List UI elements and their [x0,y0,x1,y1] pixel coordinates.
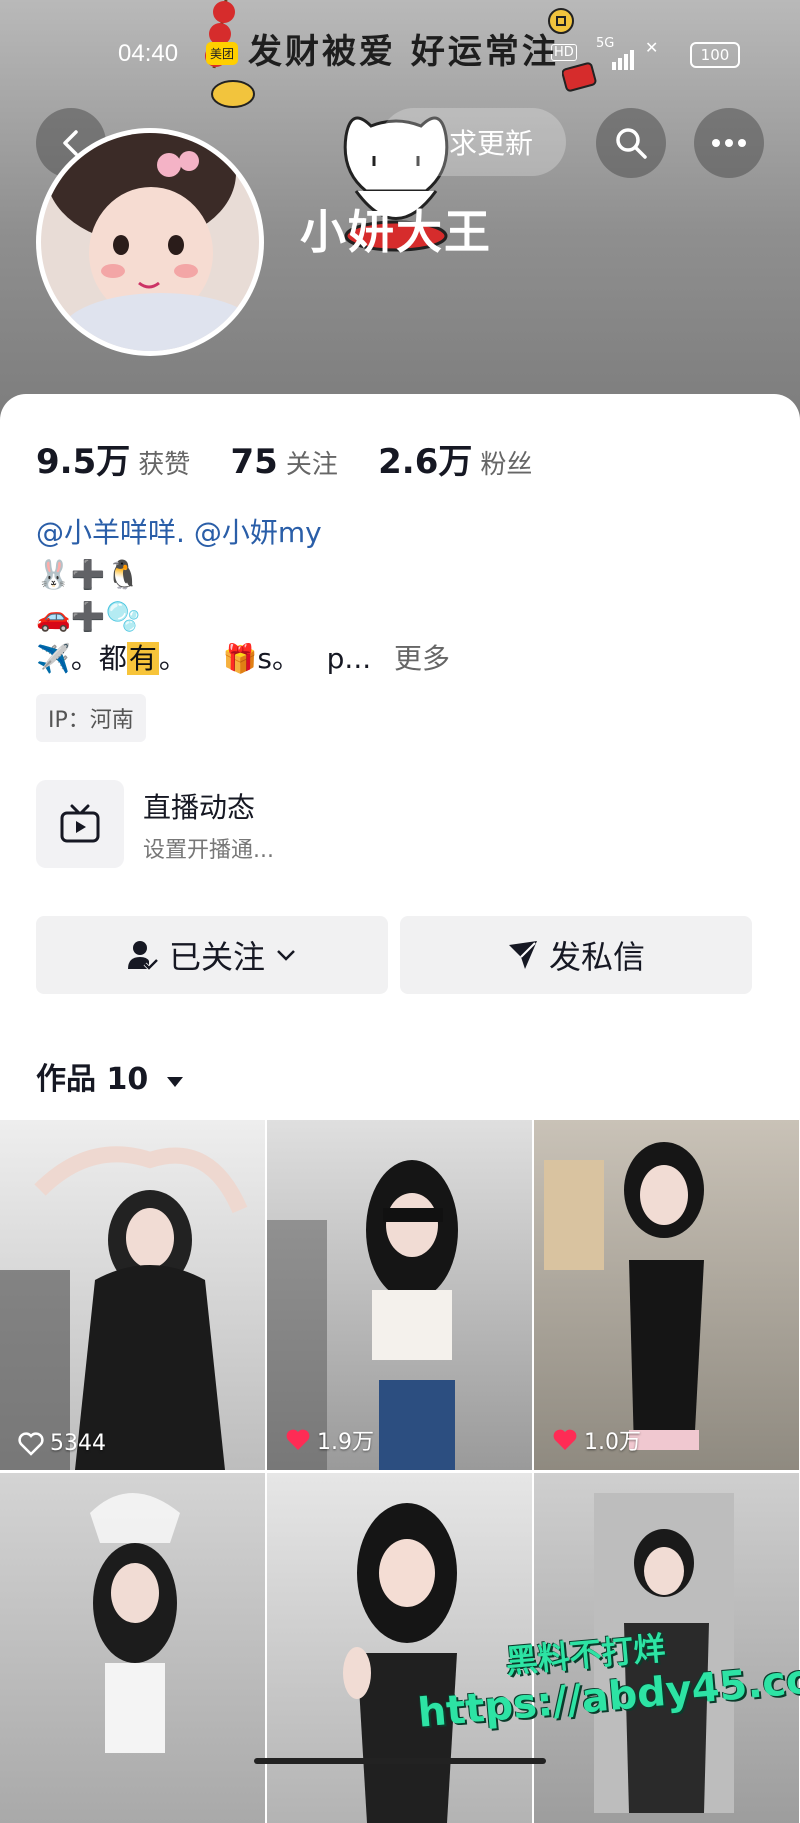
refresh-icon [415,130,439,154]
send-icon [508,941,537,969]
video-image [544,1142,704,1450]
more-dots-icon [712,139,746,147]
meituan-app-icon: 美团 [206,42,239,65]
bio-line: ✈️。都有。 🎁s。 p... 更多 [36,638,450,680]
stat-value: 9.5万 [36,442,131,482]
video-image [0,1146,248,1470]
profile-stats: 9.5万 获赞 75 关注 2.6万 粉丝 [36,434,564,483]
video-likes-count: 5344 [50,1431,106,1456]
tv-icon [60,804,100,843]
live-subtitle: 设置开播通... [143,838,274,863]
heart-outline-icon [18,1431,44,1456]
live-title: 直播动态 [143,791,256,824]
status-time: 04:40 [118,40,179,67]
video-image [267,1160,458,1470]
video-thumbnail[interactable]: 5344 [0,1120,265,1470]
mention-link[interactable]: @小妍my [194,516,322,549]
mention-link[interactable]: @小羊咩咩. [36,516,185,549]
stat-value: 2.6万 [378,442,473,482]
following-button[interactable]: 已关注 [36,916,388,994]
bio-line: 🚗➕🫧 [36,600,141,633]
stat-label: 获赞 [138,450,191,480]
send-message-button[interactable]: 发私信 [400,916,752,994]
heart-filled-icon [286,1429,310,1450]
following-label: 已关注 [168,938,265,976]
search-icon [616,128,647,159]
works-tab[interactable]: 作品 10 [36,1054,185,1098]
battery-icon: 100 [690,42,740,68]
no-signal-icon: ✕ [645,38,659,57]
video-likes: 1.0万 [552,1424,641,1456]
home-indicator[interactable] [254,1758,546,1764]
signal-icon [612,42,636,70]
more-options-button[interactable] [694,108,764,178]
video-likes-count: 1.0万 [584,1430,641,1455]
video-thumbnail[interactable] [0,1473,265,1823]
bio-more-link[interactable]: 更多 [394,642,450,675]
video-thumbnail[interactable]: 1.9万 [267,1120,532,1470]
profile-nickname: 小妍大王 [300,205,492,259]
search-button[interactable] [596,108,666,178]
profile-bio: @小羊咩咩. @小妍my 🐰➕🐧 🚗➕🫧 ✈️。都有。 🎁s。 p... 更多 [36,512,450,680]
gold-ingot-sticker [211,80,255,108]
avatar-image [41,133,259,351]
request-update-label: 求更新 [448,127,533,160]
stat-followers[interactable]: 2.6万 粉丝 [378,442,533,482]
video-likes-count: 1.9万 [317,1430,374,1455]
stat-following[interactable]: 75 关注 [231,442,338,482]
video-likes: 5344 [18,1431,106,1456]
chevron-down-icon [277,950,295,961]
bio-mentions: @小羊咩咩. @小妍my [36,512,450,554]
video-thumbnail[interactable]: 1.0万 [534,1120,799,1470]
profile-card: 9.5万 获赞 75 关注 2.6万 粉丝 @小羊咩咩. @小妍my 🐰➕🐧 🚗➕🫧 … [0,394,800,1823]
request-update-button[interactable]: 求更新 [380,108,566,176]
stat-value: 75 [230,442,278,482]
live-tile [36,780,124,868]
bio-highlight: 有 [126,642,159,675]
bio-text: 。 🎁s。 p... [158,642,372,675]
banner-text: 发财被爱 好运常注 [248,32,559,72]
avatar[interactable] [36,128,264,356]
bio-line: 🐰➕🐧 [36,558,141,591]
bio-text: ✈️。都 [36,642,127,675]
heart-filled-icon [553,1429,577,1450]
ip-location-badge: IP：河南 [36,694,146,742]
user-check-icon [127,941,159,971]
stat-label: 关注 [285,450,338,480]
send-message-label: 发私信 [548,938,645,976]
works-tab-label: 作品 10 [36,1062,149,1097]
video-image [90,1493,180,1753]
caret-down-icon [166,1077,183,1087]
stat-label: 粉丝 [480,450,533,480]
live-activity-entry[interactable]: 直播动态 设置开播通... [36,780,536,870]
stat-likes: 9.5万 获赞 [36,442,191,482]
profile-header: 04:40 美团 HD 5G ✕ 100 发财被爱 好运常注 求更新 小妍大王 [0,0,800,420]
video-likes: 1.9万 [285,1424,374,1456]
